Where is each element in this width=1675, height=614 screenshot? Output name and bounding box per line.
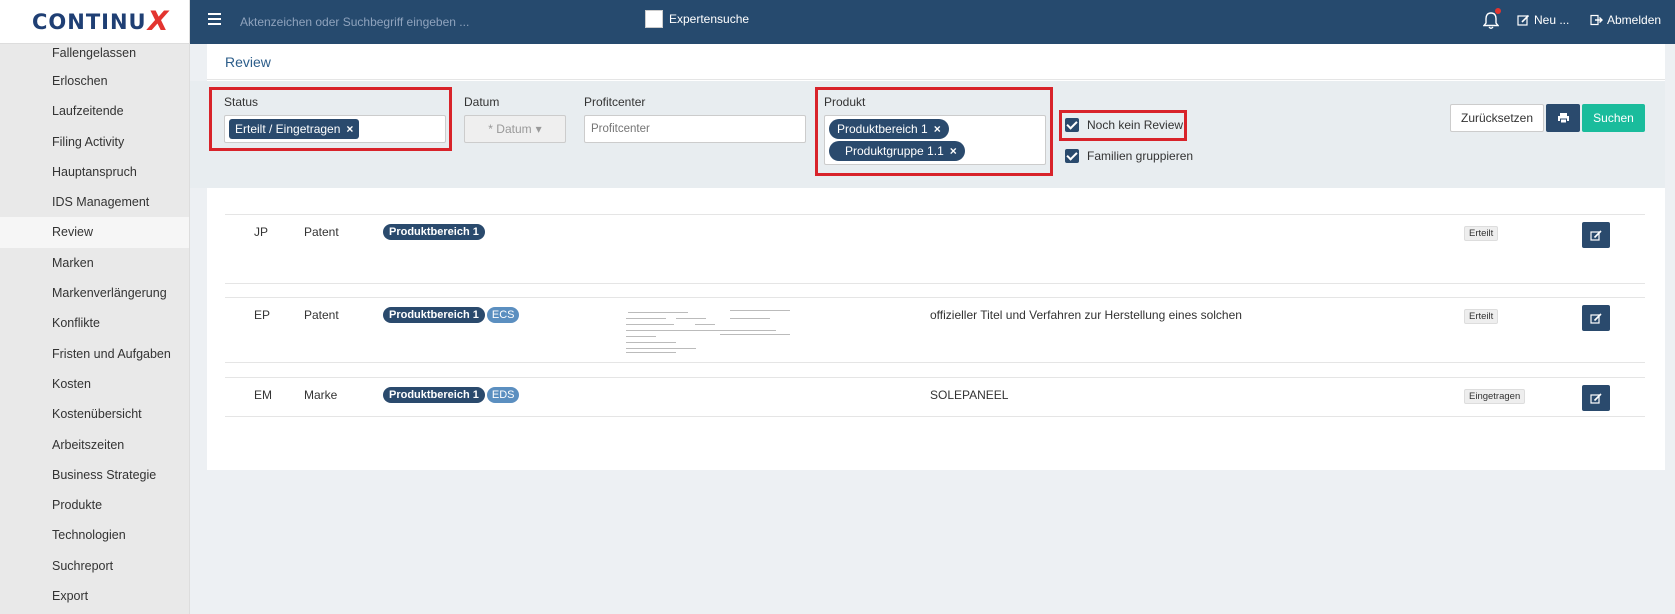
status-badge: Erteilt — [1464, 309, 1499, 324]
checkbox-checked-icon[interactable] — [1065, 149, 1079, 163]
product-badges: Produktbereich 1 ECS — [383, 307, 520, 323]
new-menu-label: Neu ... — [1534, 13, 1570, 27]
table-row: JP Patent Produktbereich 1 Erteilt — [225, 214, 1645, 284]
status-badge: Eingetragen — [1464, 389, 1526, 404]
table-row: EM Marke Produktbereich 1 EDS SOLEPANEEL … — [225, 377, 1645, 417]
sidebar: CONTINU X Fallengelassen Erloschen Laufzeit… — [0, 0, 190, 614]
page-title: Review — [207, 44, 1665, 80]
edit-icon — [1590, 229, 1602, 241]
profitcenter-input[interactable] — [584, 115, 806, 143]
top-navbar: Expertensuche Neu ... Abmelden — [190, 0, 1675, 44]
print-button[interactable] — [1546, 104, 1580, 132]
logo-x: X — [147, 6, 170, 37]
type-cell: Marke — [304, 388, 338, 402]
type-cell: Patent — [304, 225, 339, 239]
extra-badge: EDS — [486, 387, 520, 403]
product-badges: Produktbereich 1 — [383, 224, 485, 240]
edit-icon — [1590, 312, 1602, 324]
edit-button[interactable] — [1582, 305, 1610, 331]
type-cell: Patent — [304, 308, 339, 322]
sidebar-item-filing-activity[interactable]: Filing Activity — [0, 127, 189, 157]
group-families-label: Familien gruppieren — [1087, 149, 1194, 163]
notification-dot — [1495, 8, 1501, 14]
extra-badge: ECS — [486, 307, 520, 323]
highlight-status — [209, 87, 452, 151]
country-cell: EM — [254, 388, 272, 402]
status-cell: Erteilt — [1464, 308, 1499, 324]
edit-button[interactable] — [1582, 385, 1610, 411]
sidebar-item-markenverlängerung[interactable]: Markenverlängerung — [0, 278, 189, 308]
date-filter: Datum * Datum ▾ — [464, 95, 566, 143]
sidebar-item-technologien[interactable]: Technologien — [0, 520, 189, 550]
country-cell: EP — [254, 308, 271, 322]
menu-icon[interactable] — [208, 13, 221, 25]
logout-label: Abmelden — [1607, 13, 1662, 27]
title-cell: SOLEPANEEL — [930, 388, 1009, 402]
expert-search-toggle[interactable]: Expertensuche — [645, 10, 749, 28]
sidebar-item-fallengelassen[interactable]: Fallengelassen — [0, 44, 189, 66]
product-badge: Produktbereich 1 — [383, 307, 485, 323]
caret-down-icon: ▾ — [535, 122, 542, 136]
document-thumbnail[interactable] — [620, 304, 798, 356]
search-input[interactable] — [240, 12, 620, 32]
status-badge: Erteilt — [1464, 226, 1499, 241]
reset-button[interactable]: Zurücksetzen — [1450, 104, 1544, 132]
sidebar-item-review[interactable]: Review — [0, 217, 189, 248]
date-dropdown-button[interactable]: * Datum ▾ — [464, 115, 566, 143]
logo-text: CONTINU — [32, 9, 147, 34]
date-button-label: * Datum — [488, 122, 532, 136]
sidebar-item-suchreport[interactable]: Suchreport — [0, 551, 189, 581]
status-cell: Erteilt — [1464, 225, 1499, 241]
edit-icon — [1517, 14, 1530, 26]
bell-icon[interactable] — [1482, 8, 1501, 30]
status-cell: Eingetragen — [1464, 388, 1526, 404]
sidebar-item-ids-management[interactable]: IDS Management — [0, 187, 189, 217]
sidebar-item-hauptanspruch[interactable]: Hauptanspruch — [0, 157, 189, 187]
sidebar-item-kosten[interactable]: Kosten — [0, 369, 189, 399]
product-badge: Produktbereich 1 — [383, 224, 485, 240]
table-row: EP Patent Produktbereich 1 ECS offizielle… — [225, 297, 1645, 363]
sidebar-item-konflikte[interactable]: Konflikte — [0, 308, 189, 338]
sidebar-item-export[interactable]: Export — [0, 581, 189, 611]
group-families-checkbox[interactable]: Familien gruppieren — [1065, 149, 1193, 163]
new-menu[interactable]: Neu ... — [1517, 13, 1569, 27]
sidebar-item-produkte[interactable]: Produkte — [0, 490, 189, 520]
title-cell: offizieller Titel und Verfahren zur Hers… — [930, 308, 1242, 322]
sidebar-item-kostenübersicht[interactable]: Kostenübersicht — [0, 399, 189, 429]
highlight-product — [815, 87, 1053, 176]
sidebar-item-fristen-und-aufgaben[interactable]: Fristen und Aufgaben — [0, 339, 189, 369]
profitcenter-label: Profitcenter — [584, 95, 646, 109]
edit-button[interactable] — [1582, 222, 1610, 248]
expert-search-checkbox[interactable] — [645, 10, 663, 28]
sidebar-item-marken[interactable]: Marken — [0, 248, 189, 278]
product-badge: Produktbereich 1 — [383, 387, 485, 403]
expert-search-label: Expertensuche — [669, 12, 750, 26]
sidebar-nav: Fallengelassen Erloschen Laufzeitende Filin… — [0, 44, 189, 611]
sidebar-item-business-strategie[interactable]: Business Strategie — [0, 460, 189, 490]
search-button[interactable]: Suchen — [1582, 104, 1645, 132]
product-badges: Produktbereich 1 EDS — [383, 387, 520, 403]
edit-icon — [1590, 392, 1602, 404]
logout-icon — [1590, 14, 1603, 26]
print-icon — [1557, 113, 1569, 124]
country-cell: JP — [254, 225, 269, 239]
sidebar-item-laufzeitende[interactable]: Laufzeitende — [0, 96, 189, 126]
app-logo[interactable]: CONTINU X — [0, 0, 189, 44]
logout-button[interactable]: Abmelden — [1590, 13, 1661, 27]
sidebar-item-arbeitszeiten[interactable]: Arbeitszeiten — [0, 430, 189, 460]
profitcenter-filter: Profitcenter — [584, 95, 806, 143]
date-filter-label: Datum — [464, 95, 500, 109]
sidebar-item-erloschen[interactable]: Erloschen — [0, 66, 189, 96]
highlight-no-review — [1059, 110, 1187, 141]
